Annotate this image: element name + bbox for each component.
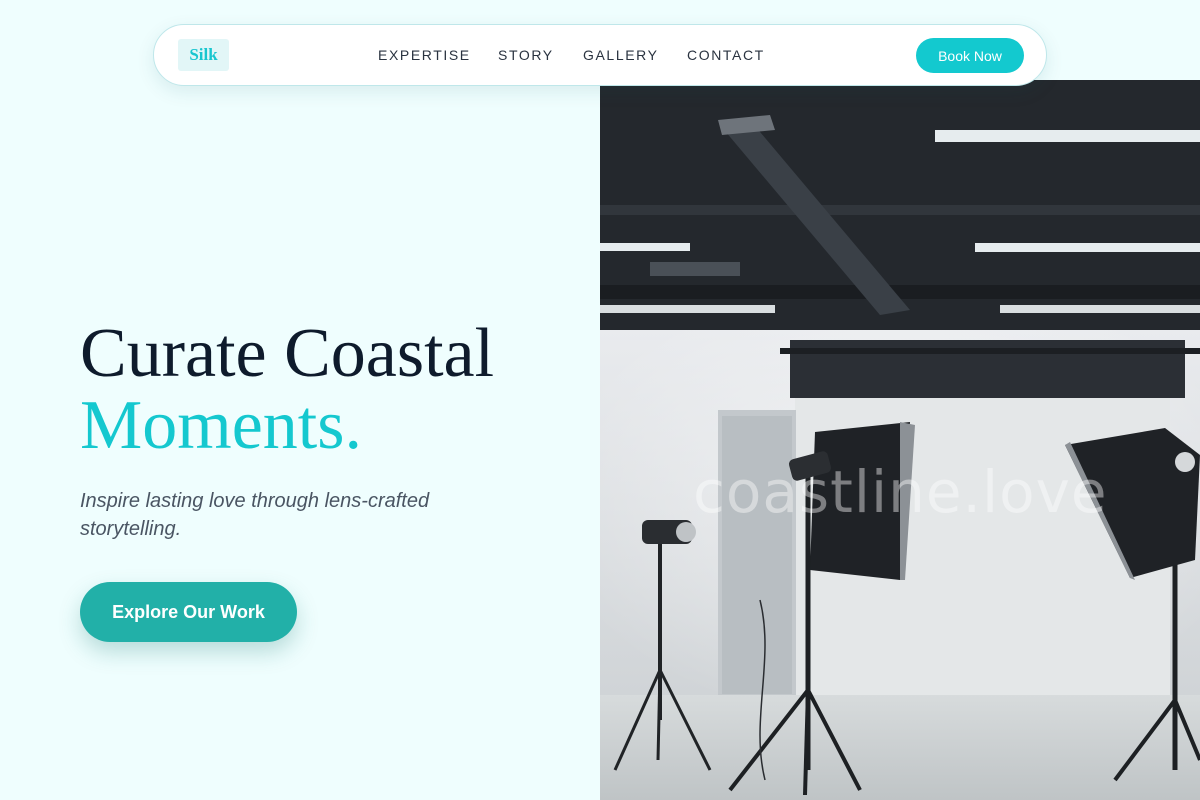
hero-photo-studio: coastline.love: [600, 80, 1200, 800]
brand-logo[interactable]: Silk: [178, 39, 229, 71]
page: Silk EXPERTISE STORY GALLERY CONTACT Boo…: [0, 0, 1200, 800]
headline-line-1: Curate Coastal: [80, 315, 495, 392]
book-now-button[interactable]: Book Now: [916, 38, 1024, 73]
nav-link-expertise[interactable]: EXPERTISE: [378, 47, 471, 63]
nav-link-story[interactable]: STORY: [498, 47, 554, 63]
top-navigation: Silk EXPERTISE STORY GALLERY CONTACT Boo…: [153, 24, 1047, 86]
headline-line-2-accent: Moments.: [80, 387, 362, 464]
nav-link-contact[interactable]: CONTACT: [687, 47, 765, 63]
hero-headline: Curate Coastal Moments.: [80, 318, 494, 462]
hero-subtitle: Inspire lasting love through lens-crafte…: [80, 490, 430, 540]
photo-watermark: coastline.love: [693, 458, 1108, 526]
studio-photo-illustration: [600, 80, 1200, 800]
nav-link-gallery[interactable]: GALLERY: [583, 47, 659, 63]
explore-our-work-button[interactable]: Explore Our Work: [80, 582, 297, 642]
